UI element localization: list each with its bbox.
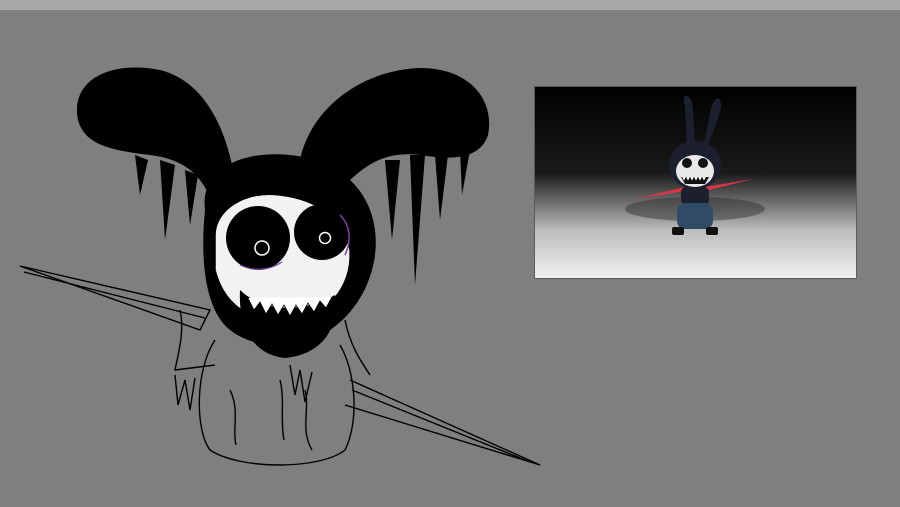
- sketch-left-eye: [226, 206, 290, 270]
- render-left-eye: [682, 158, 692, 168]
- top-bar: [0, 0, 900, 10]
- drawing-canvas[interactable]: [0, 10, 900, 507]
- render-right-foot: [706, 227, 718, 235]
- render-left-foot: [672, 227, 684, 235]
- reference-render: [535, 87, 856, 278]
- render-torso: [681, 187, 709, 205]
- sketch-right-eye: [294, 204, 350, 260]
- render-pants: [677, 203, 713, 229]
- sketch-head: [203, 154, 376, 358]
- reference-image[interactable]: [534, 86, 857, 279]
- ink-sketch: [19, 67, 541, 466]
- sketch-right-spike: [344, 379, 541, 466]
- render-right-eye: [698, 158, 708, 168]
